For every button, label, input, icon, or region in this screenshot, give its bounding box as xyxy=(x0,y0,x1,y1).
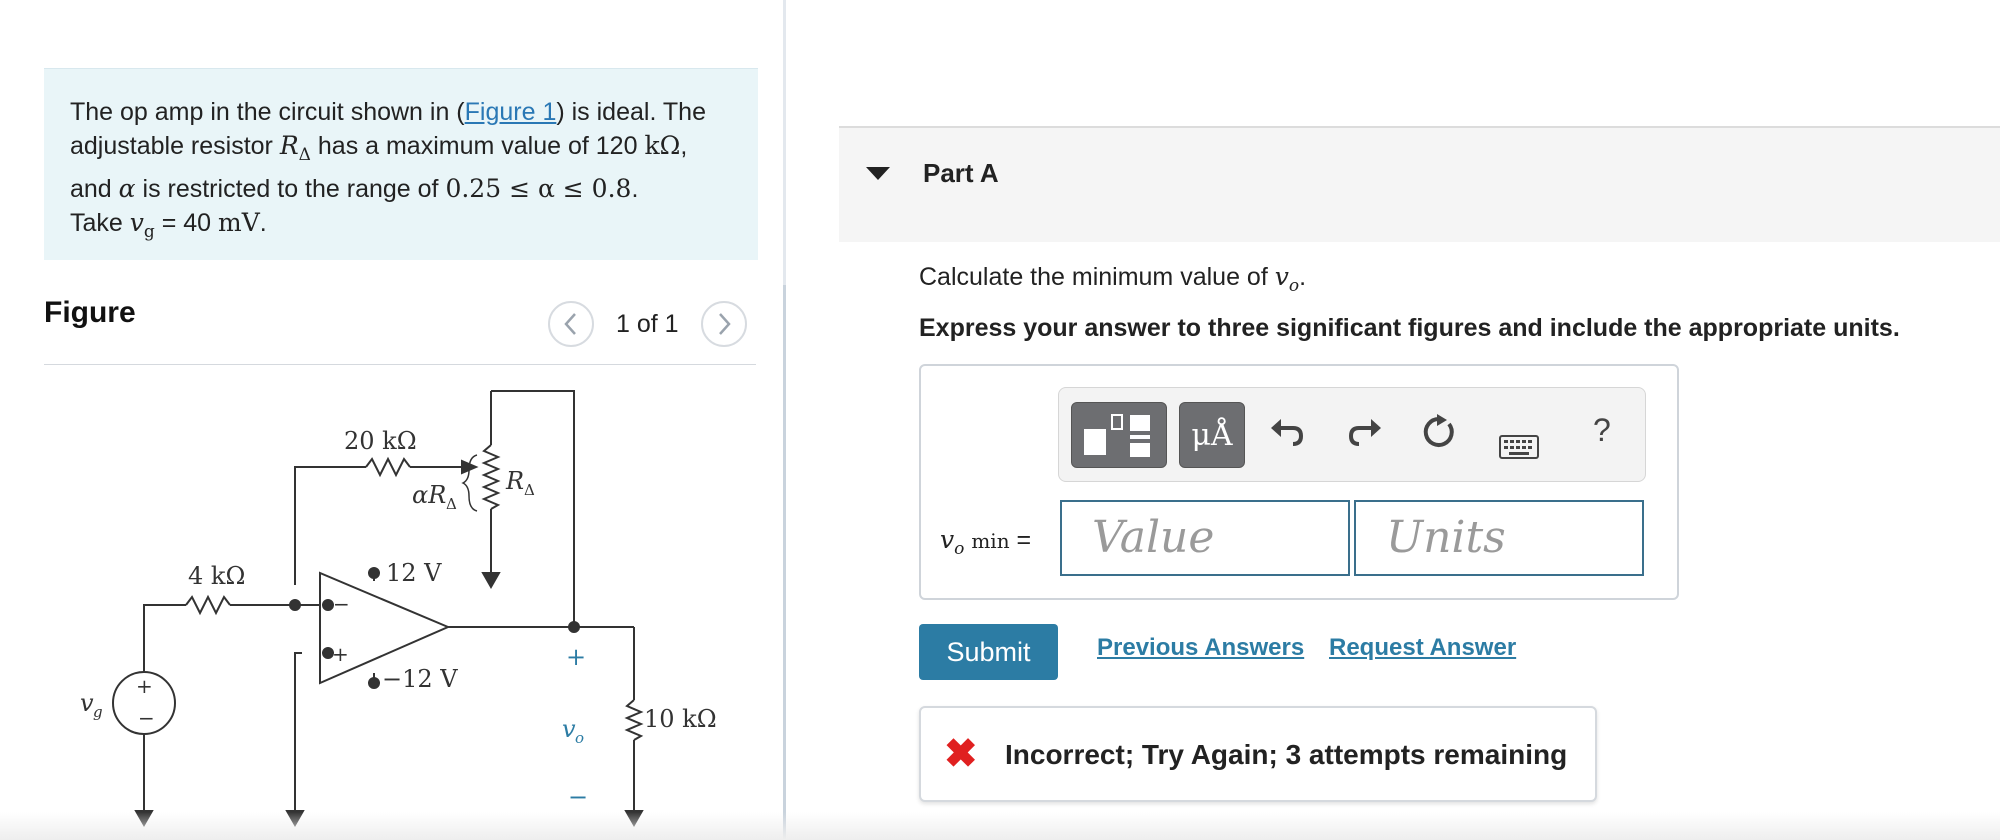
part-title[interactable]: Part A xyxy=(923,158,999,189)
noninverting-wire xyxy=(294,652,302,813)
label-alpha-r: αR xyxy=(412,481,446,509)
given-value: Take vg = 40 mV. xyxy=(70,208,267,242)
label-vg: v xyxy=(80,689,94,717)
pin-minus xyxy=(322,599,334,611)
chevron-right-icon[interactable] xyxy=(700,301,747,347)
label-source-plus: + xyxy=(136,674,153,698)
math-toolbar: μÅ ? xyxy=(1058,387,1646,482)
label-alpha-r-sub: Δ xyxy=(446,495,457,513)
caret-down-icon[interactable] xyxy=(866,167,890,180)
redo-icon[interactable] xyxy=(1347,414,1383,459)
label-4k: 4 kΩ xyxy=(188,562,245,590)
resistor-4k xyxy=(185,594,231,616)
answer-variable-label: vo min = xyxy=(940,525,1032,559)
pos-supply-dot xyxy=(368,567,380,579)
part-header[interactable] xyxy=(839,126,2000,242)
figure-link[interactable]: Figure 1 xyxy=(465,98,557,126)
label-vo: v xyxy=(562,715,576,743)
value-input[interactable]: Value xyxy=(1060,500,1350,576)
feedback-message: Incorrect; Try Again; 3 attempts remaini… xyxy=(1005,739,1568,770)
question-text: Calculate the minimum value of vo. xyxy=(919,262,1307,296)
label-opamp-plus: + xyxy=(332,642,349,666)
label-10k: 10 kΩ xyxy=(644,705,717,733)
label-vo-plus: + xyxy=(566,643,586,671)
submit-button[interactable]: Submit xyxy=(919,624,1058,680)
figure-divider xyxy=(44,364,756,365)
label-r-delta-sub: Δ xyxy=(524,481,535,499)
resistor-20k xyxy=(365,456,411,478)
request-answer-link[interactable]: Request Answer xyxy=(1329,634,1516,662)
problem-statement: The op amp in the circuit shown in (Figu… xyxy=(44,68,758,260)
x-icon: ✖ xyxy=(944,732,978,776)
undo-icon[interactable] xyxy=(1269,414,1305,459)
label-vo-sub: o xyxy=(575,729,584,747)
pot-resistor xyxy=(481,444,501,510)
circuit-diagram: 20 kΩ αR Δ R Δ 4 kΩ 12 V −12 V v g + − −… xyxy=(80,390,717,828)
bottom-edge xyxy=(0,812,2000,840)
label-opamp-minus: − xyxy=(333,592,350,616)
reset-icon[interactable] xyxy=(1421,414,1457,459)
figure-counter: 1 of 1 xyxy=(616,309,679,338)
previous-answers-link[interactable]: Previous Answers xyxy=(1097,634,1304,662)
pane-divider-accent xyxy=(783,285,786,840)
label-minus-12v: −12 V xyxy=(382,665,458,693)
feedback-left-wire xyxy=(294,466,366,585)
label-plus-12v: 12 V xyxy=(386,559,442,587)
label-vg-sub: g xyxy=(93,703,103,721)
label-20k: 20 kΩ xyxy=(344,427,417,455)
node-inverting xyxy=(289,599,301,611)
top-output-wire xyxy=(491,390,575,627)
problem-panel: The op amp in the circuit shown in (Figu… xyxy=(0,0,783,840)
resistor-10k xyxy=(624,699,644,741)
figure-pager: 1 of 1 xyxy=(548,298,747,350)
units-button[interactable]: μÅ xyxy=(1179,402,1245,468)
node-output xyxy=(568,621,580,633)
units-input[interactable]: Units xyxy=(1354,500,1644,576)
template-icon[interactable] xyxy=(1071,402,1167,468)
label-source-minus: − xyxy=(138,706,155,730)
problem-text: The op amp in the circuit shown in (Figu… xyxy=(70,98,706,203)
instructions-text: Express your answer to three significant… xyxy=(919,314,1900,342)
pot-ground-arrow xyxy=(481,572,501,590)
label-r-delta: R xyxy=(505,467,524,495)
keyboard-icon[interactable] xyxy=(1499,426,1539,468)
neg-supply-dot xyxy=(368,677,380,689)
chevron-left-icon[interactable] xyxy=(548,301,594,347)
help-button[interactable]: ? xyxy=(1593,412,1611,449)
label-vo-minus: − xyxy=(568,783,588,811)
figure-title: Figure xyxy=(44,296,136,329)
